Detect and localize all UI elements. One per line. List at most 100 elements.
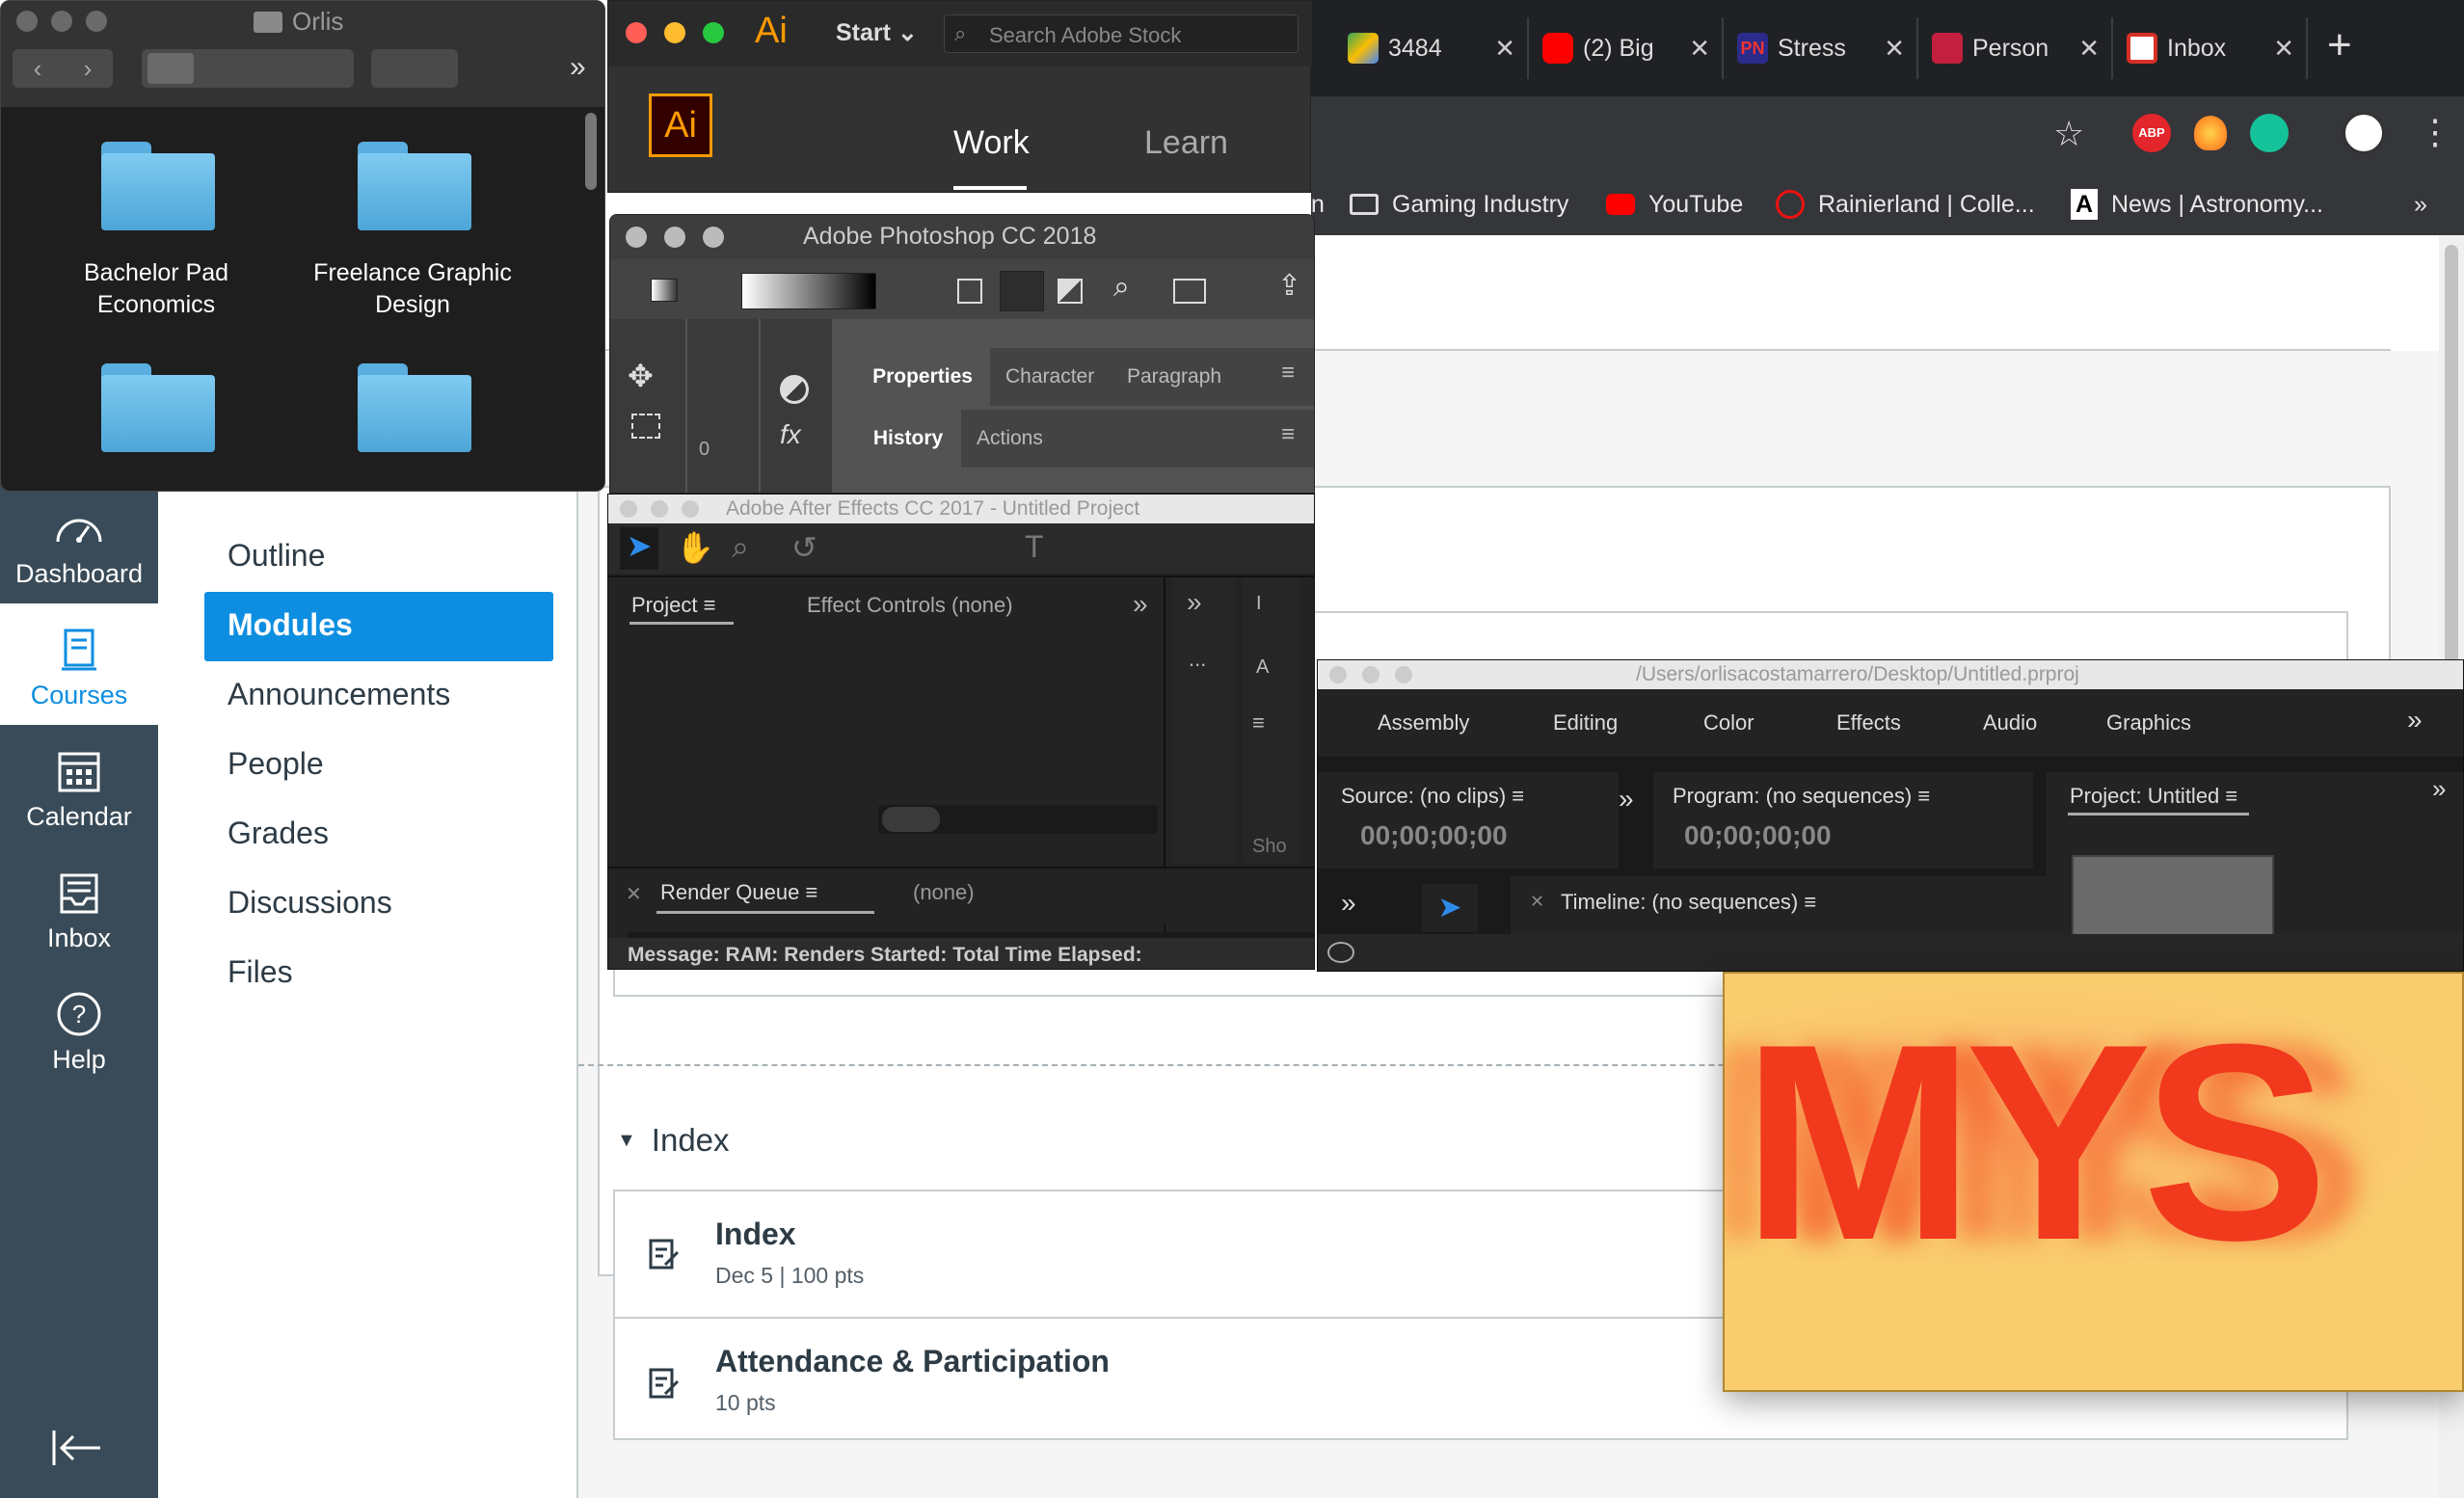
- workspace-graphics[interactable]: Graphics: [2106, 710, 2191, 736]
- radial-gradient-icon[interactable]: [1000, 271, 1044, 311]
- panel-menu-icon[interactable]: ≡: [1252, 710, 1265, 736]
- collapse-caret-icon[interactable]: ▼: [617, 1130, 636, 1152]
- course-nav-files[interactable]: Files: [228, 954, 293, 990]
- bookmark-astronomy[interactable]: A News | Astronomy...: [2071, 174, 2323, 235]
- search-icon[interactable]: ⌕: [1113, 271, 1130, 304]
- timeline-tab[interactable]: Timeline: (no sequences) ≡: [1561, 890, 1816, 915]
- close-icon[interactable]: ✕: [1689, 34, 1710, 64]
- folder-icon[interactable]: [101, 142, 215, 230]
- linear-gradient-icon[interactable]: [957, 279, 982, 304]
- tab-youtube[interactable]: (2) Big ✕: [1529, 17, 1724, 79]
- back-icon[interactable]: ‹: [34, 54, 42, 84]
- zoom-button[interactable]: [86, 11, 107, 32]
- stock-search-input[interactable]: ⌕ Search Adobe Stock: [944, 14, 1299, 53]
- scrollbar-thumb[interactable]: [585, 113, 597, 190]
- workspace-audio[interactable]: Audio: [1983, 710, 2037, 736]
- menu-icon[interactable]: ⋮: [2418, 112, 2452, 152]
- close-icon[interactable]: ✕: [1530, 892, 1544, 912]
- selection-tool-icon[interactable]: ➤: [1422, 884, 1478, 932]
- close-button[interactable]: [626, 227, 647, 248]
- course-nav-people[interactable]: People: [228, 746, 324, 782]
- gradient-picker[interactable]: [741, 273, 876, 309]
- more-icon[interactable]: ...: [1189, 647, 1206, 672]
- minimize-button[interactable]: [664, 227, 685, 248]
- fx-icon[interactable]: fx: [780, 419, 801, 450]
- scrollbar-track[interactable]: [878, 805, 1158, 834]
- rotate-tool-icon[interactable]: ↺: [791, 529, 817, 566]
- selection-tool-icon[interactable]: ➤: [620, 527, 658, 570]
- item-title[interactable]: Index: [715, 1217, 796, 1252]
- minimize-button[interactable]: [51, 11, 72, 32]
- collapse-nav-icon[interactable]: [50, 1427, 104, 1469]
- star-icon[interactable]: ☆: [2053, 114, 2084, 154]
- close-icon[interactable]: ✕: [626, 882, 642, 906]
- chevrons-icon[interactable]: »: [1341, 888, 1356, 919]
- close-button[interactable]: [620, 500, 637, 518]
- adjustment-icon[interactable]: [780, 375, 809, 404]
- minimize-button[interactable]: [664, 22, 685, 43]
- tab-history[interactable]: History: [855, 410, 961, 468]
- nav-inbox[interactable]: Inbox: [0, 846, 158, 968]
- tab-character[interactable]: Character: [1005, 365, 1094, 388]
- folder-icon[interactable]: [358, 142, 471, 230]
- chevrons-icon[interactable]: »: [1133, 589, 1148, 620]
- zoom-tool-icon[interactable]: ⌕: [732, 529, 749, 566]
- folder-label[interactable]: Bachelor Pad Economics: [26, 257, 286, 321]
- nav-courses-active[interactable]: Courses: [0, 603, 158, 725]
- minimize-button[interactable]: [651, 500, 668, 518]
- tab-cibc[interactable]: Person ✕: [1918, 17, 2113, 79]
- item-title[interactable]: Attendance & Participation: [715, 1344, 1110, 1379]
- move-tool-icon[interactable]: ✥: [628, 358, 654, 394]
- grammarly-icon[interactable]: [2250, 114, 2289, 152]
- nav-buttons[interactable]: ‹ ›: [13, 49, 113, 88]
- module-header[interactable]: ▼ Index: [617, 1122, 730, 1159]
- close-button[interactable]: [1329, 666, 1347, 683]
- course-nav-grades[interactable]: Grades: [228, 816, 329, 851]
- forward-icon[interactable]: ›: [84, 54, 93, 84]
- type-tool-icon[interactable]: T: [1025, 529, 1044, 565]
- nav-calendar[interactable]: Calendar: [0, 725, 158, 846]
- zoom-button[interactable]: [1395, 666, 1412, 683]
- chevrons-icon[interactable]: »: [2407, 705, 2423, 736]
- bin-thumbnail[interactable]: [2072, 855, 2274, 942]
- tab-project[interactable]: Project ≡: [631, 593, 715, 618]
- course-nav-announcements[interactable]: Announcements: [228, 677, 450, 712]
- close-button[interactable]: [626, 22, 647, 43]
- scrollbar-thumb[interactable]: [2445, 245, 2458, 679]
- tab-effect-controls[interactable]: Effect Controls (none): [807, 593, 1013, 618]
- workspace-color[interactable]: Color: [1703, 710, 1754, 736]
- tab-actions[interactable]: Actions: [977, 427, 1043, 450]
- chevrons-icon[interactable]: »: [2432, 774, 2446, 804]
- marquee-tool-icon[interactable]: [631, 414, 660, 439]
- chevrons-icon[interactable]: »: [570, 51, 586, 84]
- minimize-button[interactable]: [1362, 666, 1379, 683]
- nav-help[interactable]: ? Help: [0, 968, 158, 1089]
- zoom-button[interactable]: [703, 227, 724, 248]
- program-tab[interactable]: Program: (no sequences) ≡: [1673, 784, 1930, 809]
- tab-stress[interactable]: PN Stress ✕: [1724, 17, 1918, 79]
- course-nav-outline[interactable]: Outline: [228, 538, 325, 574]
- tab-paragraph[interactable]: Paragraph: [1127, 365, 1221, 388]
- course-nav-discussions[interactable]: Discussions: [228, 885, 392, 921]
- workspace-assembly[interactable]: Assembly: [1378, 710, 1469, 736]
- hand-tool-icon[interactable]: ✋: [676, 529, 714, 566]
- close-icon[interactable]: ✕: [2273, 34, 2294, 64]
- bookmarks-more[interactable]: »: [2414, 174, 2427, 235]
- close-button[interactable]: [16, 11, 38, 32]
- bookmark-rainierland[interactable]: Rainierland | Colle...: [1776, 174, 2035, 235]
- bookmark-youtube[interactable]: YouTube: [1606, 174, 1743, 235]
- source-tab[interactable]: Source: (no clips) ≡: [1341, 784, 1524, 809]
- tab-learn[interactable]: Learn: [1144, 124, 1228, 162]
- frame-icon[interactable]: [1173, 279, 1206, 304]
- adblock-icon[interactable]: ABP: [2132, 114, 2171, 152]
- avatar[interactable]: [2343, 112, 2385, 154]
- new-tab-button[interactable]: +: [2327, 21, 2352, 69]
- folder-label[interactable]: Freelance Graphic Design: [282, 257, 543, 321]
- zoom-button[interactable]: [682, 500, 699, 518]
- course-nav-modules-active[interactable]: Modules: [204, 592, 553, 661]
- workspace-editing[interactable]: Editing: [1553, 710, 1618, 736]
- view-switcher[interactable]: [142, 49, 354, 88]
- angle-gradient-icon[interactable]: [1058, 279, 1083, 304]
- tab-render-queue[interactable]: Render Queue ≡: [660, 880, 817, 905]
- chevrons-icon[interactable]: »: [1187, 587, 1202, 618]
